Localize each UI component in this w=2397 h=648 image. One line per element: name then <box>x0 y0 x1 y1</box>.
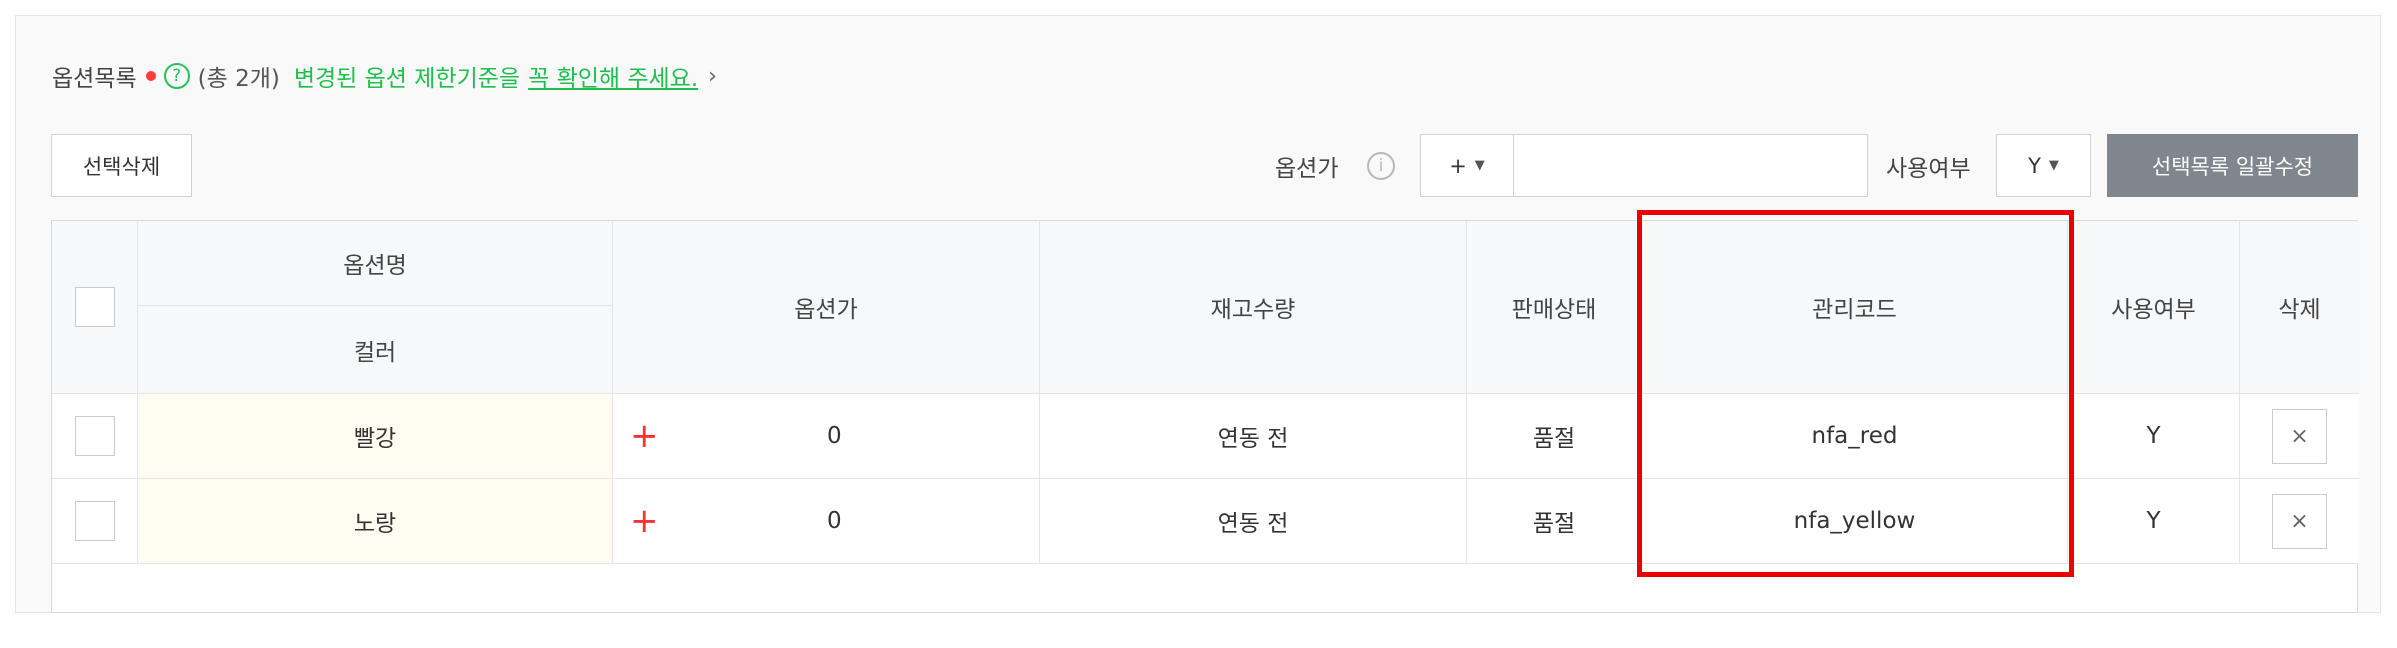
row-price-value: 0 <box>827 508 842 534</box>
bulk-edit-button[interactable]: 선택목록 일괄수정 <box>2107 134 2358 197</box>
option-list-header: 옵션목록 ? (총 2개) 변경된 옵션 제한기준을 꼭 확인해 주세요. › <box>52 58 717 94</box>
use-yn-select[interactable]: Y ▼ <box>1996 134 2091 197</box>
table-row <box>52 394 138 479</box>
row-price-value: 0 <box>827 423 842 449</box>
row-delete-cell: × <box>2240 479 2359 564</box>
row-manage-code: nfa_yellow <box>1642 479 2068 564</box>
delete-selected-button[interactable]: 선택삭제 <box>51 134 192 197</box>
header-option-name: 옵션명 <box>138 221 613 306</box>
row-option-price: + 0 <box>613 394 1040 479</box>
row-stock: 연동 전 <box>1040 394 1467 479</box>
option-list-title: 옵션목록 <box>52 66 137 92</box>
row-use-yn: Y <box>2068 479 2240 564</box>
row-option-price: + 0 <box>613 479 1040 564</box>
row-delete-cell: × <box>2240 394 2359 479</box>
use-yn-label: 사용여부 <box>1886 155 1971 182</box>
plus-icon: + <box>630 501 659 541</box>
row-checkbox[interactable] <box>74 501 115 541</box>
row-sale-status: 품절 <box>1467 479 1642 564</box>
row-sale-status: 품절 <box>1467 394 1642 479</box>
close-icon[interactable]: × <box>2272 493 2327 549</box>
header-checkbox-cell <box>52 221 138 394</box>
plus-icon: + <box>630 416 659 456</box>
price-sign-select[interactable]: + ▼ <box>1420 134 1514 197</box>
row-checkbox[interactable] <box>74 416 115 456</box>
row-use-yn: Y <box>2068 394 2240 479</box>
header-sale-status: 판매상태 <box>1467 221 1642 394</box>
option-price-input[interactable] <box>1513 134 1868 197</box>
header-delete: 삭제 <box>2240 221 2359 394</box>
header-color: 컬러 <box>138 306 613 394</box>
help-icon[interactable]: ? <box>163 63 190 89</box>
select-all-checkbox[interactable] <box>74 287 115 327</box>
row-stock: 연동 전 <box>1040 479 1467 564</box>
table-row <box>52 479 138 564</box>
info-icon[interactable]: i <box>1367 152 1395 180</box>
option-price-label: 옵션가 <box>1275 155 1339 182</box>
header-option-price: 옵션가 <box>613 221 1040 394</box>
header-stock: 재고수량 <box>1040 221 1467 394</box>
header-manage-code: 관리코드 <box>1642 221 2068 394</box>
option-table: 옵션명 컬러 옵션가 재고수량 판매상태 관리코드 사용여부 삭제 빨강 + 0… <box>51 220 2359 613</box>
price-sign-value: + <box>1449 153 1467 178</box>
chevron-right-icon[interactable]: › <box>708 64 717 89</box>
row-manage-code: nfa_red <box>1642 394 2068 479</box>
row-option-name: 빨강 <box>138 394 613 479</box>
notice-link[interactable]: 꼭 확인해 주세요. <box>528 59 698 93</box>
close-icon[interactable]: × <box>2272 408 2327 464</box>
row-option-name: 노랑 <box>138 479 613 564</box>
notice-text: 변경된 옵션 제한기준을 <box>293 66 521 92</box>
required-dot-icon <box>145 71 156 81</box>
option-total-count: (총 2개) <box>197 66 280 92</box>
caret-down-icon: ▼ <box>1474 158 1485 173</box>
header-use-yn: 사용여부 <box>2068 221 2240 394</box>
use-yn-value: Y <box>2028 153 2041 178</box>
caret-down-icon: ▼ <box>2048 158 2059 173</box>
